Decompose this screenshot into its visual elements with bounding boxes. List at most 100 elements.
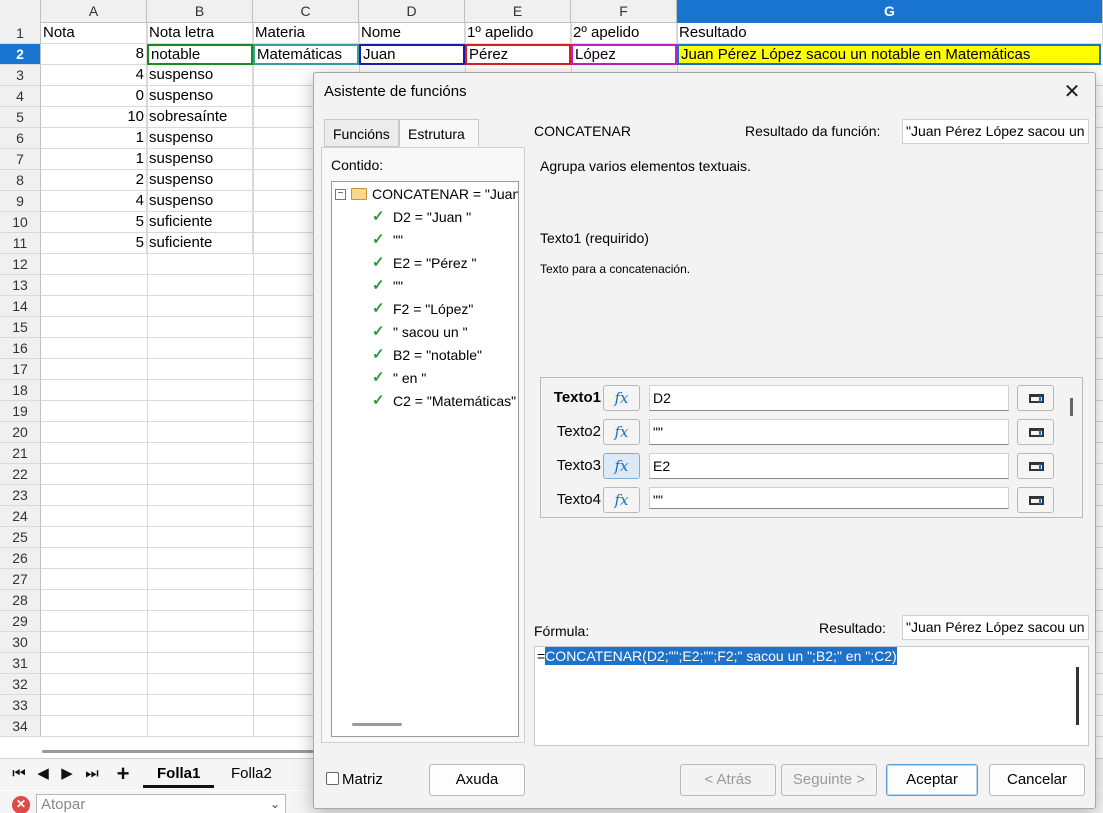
- row-header[interactable]: 14: [0, 296, 41, 317]
- tree-scrollbar[interactable]: [352, 723, 402, 726]
- row-header[interactable]: 20: [0, 422, 41, 443]
- tree-item[interactable]: ✓ B2 = "notable": [332, 344, 518, 366]
- row-header[interactable]: 27: [0, 569, 41, 590]
- add-sheet-icon[interactable]: +: [113, 763, 133, 785]
- row-header[interactable]: 19: [0, 401, 41, 422]
- shrink-button-texto4[interactable]: [1017, 487, 1054, 513]
- help-button[interactable]: Axuda: [429, 764, 525, 796]
- row-header[interactable]: 17: [0, 359, 41, 380]
- row-header[interactable]: 22: [0, 464, 41, 485]
- close-icon[interactable]: ✕: [1059, 79, 1085, 105]
- chevron-down-icon[interactable]: ⌄: [264, 794, 286, 813]
- matriz-checkbox[interactable]: [326, 772, 339, 785]
- row-header[interactable]: 31: [0, 653, 41, 674]
- tree-item[interactable]: ✓ "": [332, 275, 518, 297]
- back-button[interactable]: < Atrás: [680, 764, 776, 796]
- first-sheet-icon[interactable]: ⏮: [9, 764, 29, 784]
- row-header[interactable]: 29: [0, 611, 41, 632]
- tab-estrutura[interactable]: Estrutura: [399, 119, 479, 147]
- last-sheet-icon[interactable]: ⏭: [82, 764, 102, 784]
- tree-item[interactable]: ✓ " sacou un ": [332, 321, 518, 343]
- cell-nota[interactable]: 1: [41, 149, 147, 170]
- row-header[interactable]: 11: [0, 233, 41, 254]
- cell-nota[interactable]: 4: [41, 191, 147, 212]
- tree-item-concatenar[interactable]: − CONCATENAR = "Juan Pérez López sacou u…: [332, 183, 518, 205]
- shrink-button-texto1[interactable]: [1017, 385, 1054, 411]
- column-header-g[interactable]: G: [677, 0, 1103, 23]
- row-header[interactable]: 5: [0, 107, 41, 128]
- cell-a2[interactable]: 8: [41, 44, 147, 65]
- cell-g2-result[interactable]: Juan Pérez López sacou un notable en Mat…: [677, 44, 1101, 65]
- tab-funcions[interactable]: Funcións: [324, 119, 399, 147]
- row-header[interactable]: 6: [0, 128, 41, 149]
- cell-nota-letra[interactable]: suspenso: [147, 191, 253, 212]
- row-header[interactable]: 10: [0, 212, 41, 233]
- cell-g1[interactable]: Resultado: [677, 23, 1103, 44]
- row-header[interactable]: 24: [0, 506, 41, 527]
- cell-nota-letra[interactable]: suspenso: [147, 65, 253, 86]
- column-header-a[interactable]: A: [41, 0, 147, 23]
- cell-nota-letra[interactable]: suspenso: [147, 149, 253, 170]
- arguments-scrollbar[interactable]: [1070, 398, 1073, 416]
- row-header[interactable]: 12: [0, 254, 41, 275]
- cell-e1[interactable]: 1º apelido: [465, 23, 571, 44]
- sheet-tab-folla1[interactable]: Folla1: [143, 762, 215, 788]
- collapse-icon[interactable]: −: [335, 189, 346, 200]
- column-header-b[interactable]: B: [147, 0, 253, 23]
- sheet-tab-folla2[interactable]: Folla2: [217, 762, 286, 788]
- row-header[interactable]: 3: [0, 65, 41, 86]
- row-header[interactable]: 23: [0, 485, 41, 506]
- close-find-icon[interactable]: ✕: [12, 796, 30, 813]
- next-button[interactable]: Seguinte >: [781, 764, 877, 796]
- tree-item[interactable]: ✓ "": [332, 229, 518, 251]
- cell-c1[interactable]: Materia: [253, 23, 359, 44]
- column-header-c[interactable]: C: [253, 0, 359, 23]
- tree-item[interactable]: ✓ C2 = "Matemáticas": [332, 390, 518, 412]
- cell-nota[interactable]: 2: [41, 170, 147, 191]
- cell-e2[interactable]: Pérez: [465, 44, 571, 65]
- horizontal-scrollbar[interactable]: [42, 750, 317, 753]
- cancel-button[interactable]: Cancelar: [989, 764, 1085, 796]
- row-header[interactable]: 33: [0, 695, 41, 716]
- row-header[interactable]: 30: [0, 632, 41, 653]
- cell-d1[interactable]: Nome: [359, 23, 465, 44]
- row-header[interactable]: 2: [0, 44, 41, 65]
- cell-nota-letra[interactable]: sobresaínte: [147, 107, 253, 128]
- cell-nota-letra[interactable]: suspenso: [147, 86, 253, 107]
- row-header[interactable]: 8: [0, 170, 41, 191]
- cell-nota[interactable]: 5: [41, 212, 147, 233]
- column-header-d[interactable]: D: [359, 0, 465, 23]
- row-header[interactable]: 16: [0, 338, 41, 359]
- shrink-button-texto3[interactable]: [1017, 453, 1054, 479]
- arg-input-texto1[interactable]: D2: [649, 385, 1009, 411]
- prev-sheet-icon[interactable]: ◀: [33, 764, 53, 784]
- formula-editor[interactable]: =CONCATENAR(D2;"";E2;"";F2;" sacou un ";…: [534, 646, 1089, 746]
- next-sheet-icon[interactable]: ▶: [57, 764, 77, 784]
- fx-button-texto1[interactable]: fx: [603, 385, 640, 411]
- row-header[interactable]: 9: [0, 191, 41, 212]
- cell-d2[interactable]: Juan: [359, 44, 465, 65]
- row-header[interactable]: 26: [0, 548, 41, 569]
- cell-nota[interactable]: 5: [41, 233, 147, 254]
- cell-nota[interactable]: 10: [41, 107, 147, 128]
- tree-item[interactable]: ✓ F2 = "López": [332, 298, 518, 320]
- find-input[interactable]: Atopar: [36, 794, 286, 813]
- row-header[interactable]: 18: [0, 380, 41, 401]
- formula-scrollbar[interactable]: [1076, 667, 1079, 725]
- fx-button-texto3[interactable]: fx: [603, 453, 640, 479]
- row-header[interactable]: 25: [0, 527, 41, 548]
- arg-input-texto2[interactable]: "": [649, 419, 1009, 445]
- fx-button-texto2[interactable]: fx: [603, 419, 640, 445]
- cell-nota-letra[interactable]: suspenso: [147, 170, 253, 191]
- row-header[interactable]: 32: [0, 674, 41, 695]
- cell-nota-letra[interactable]: suficiente: [147, 233, 253, 254]
- cell-nota-letra[interactable]: suspenso: [147, 128, 253, 149]
- column-header-f[interactable]: F: [571, 0, 677, 23]
- cell-b1[interactable]: Nota letra: [147, 23, 253, 44]
- fx-button-texto4[interactable]: fx: [603, 487, 640, 513]
- row-header[interactable]: 1: [0, 23, 41, 44]
- cell-nota[interactable]: 1: [41, 128, 147, 149]
- tree-item[interactable]: ✓ E2 = "Pérez ": [332, 252, 518, 274]
- cell-a1[interactable]: Nota: [41, 23, 147, 44]
- tree-item[interactable]: ✓ " en ": [332, 367, 518, 389]
